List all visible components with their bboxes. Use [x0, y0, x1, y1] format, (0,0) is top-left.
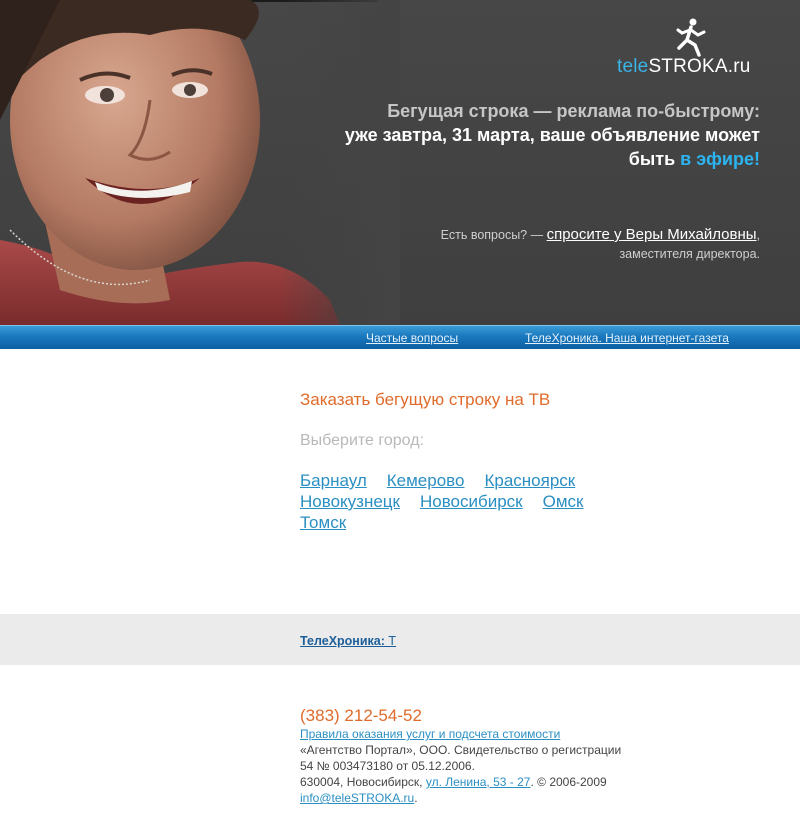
city-link-barnaul[interactable]: Барнаул [300, 470, 367, 491]
question-prefix: Есть вопросы? — [440, 228, 547, 242]
tagline: Бегущая строка — реклама по-быстрому: уж… [300, 99, 760, 171]
news-ticker-link[interactable]: ТелеХроника: Т [300, 634, 396, 648]
email-line: info@teleSTROKA.ru. [300, 790, 720, 806]
tagline-line-2: уже завтра, 31 марта, ваше объявление мо… [344, 125, 760, 145]
nav-news-link[interactable]: ТелеХроника. Наша интернет-газета [525, 331, 729, 345]
certificate-info: 54 № 003473180 от 05.12.2006. [300, 759, 475, 773]
address-line: 630004, Новосибирск, ул. Ленина, 53 - 27… [300, 774, 720, 790]
address-prefix: 630004, Новосибирск, [300, 775, 426, 789]
contact-question: Есть вопросы? — спросите у Веры Михайлов… [380, 225, 760, 264]
email-suffix: . [414, 791, 418, 805]
order-title: Заказать бегущую строку на ТВ [300, 390, 551, 409]
tagline-line-3-prefix: быть [628, 149, 681, 169]
nav-faq-link[interactable]: Частые вопросы [366, 331, 458, 345]
logo-tele: tele [617, 56, 649, 77]
company-info: «Агентство Портал», ООО. Свидетельство о… [300, 743, 622, 757]
city-link-novosibirsk[interactable]: Новосибирск [420, 491, 523, 512]
footer: (383) 212-54-52 Правила оказания услуг и… [300, 706, 720, 806]
copyright: . © 2006-2009 [530, 775, 607, 789]
address-link[interactable]: ул. Ленина, 53 - 27 [426, 775, 531, 789]
city-link-tomsk[interactable]: Томск [300, 512, 346, 533]
tagline-line-1: Бегущая строка — реклама по-быстрому: [387, 101, 760, 121]
tagline-line-3: быть в эфире! [300, 147, 760, 171]
header-banner: teleSTROKA.ru Бегущая строка — реклама п… [0, 0, 800, 325]
logo-domain: STROKA.ru [648, 56, 751, 77]
main-content: Заказать бегущую строку на ТВ Выберите г… [300, 390, 720, 533]
site-logo[interactable]: teleSTROKA.ru [617, 18, 757, 78]
city-list: Барнаул Кемерово Красноярск Новокузнецк Нов… [300, 470, 640, 533]
city-prompt: Выберите город: [300, 432, 424, 449]
rules-link[interactable]: Правила оказания услуг и подсчета стоимо… [300, 727, 560, 741]
logo-text: teleSTROKA.ru [617, 56, 751, 78]
ask-deputy-link[interactable]: спросите у Веры Михайловны [547, 226, 757, 243]
email-link[interactable]: info@teleSTROKA.ru [300, 791, 414, 805]
tagline-accent: в эфире! [680, 149, 760, 169]
city-link-omsk[interactable]: Омск [543, 491, 584, 512]
news-ticker-label: ТелеХроника: [300, 634, 385, 648]
nav-bar: Частые вопросы ТелеХроника. Наша интерне… [0, 325, 800, 349]
city-link-kemerovo[interactable]: Кемерово [387, 470, 465, 491]
city-link-krasnoyarsk[interactable]: Красноярск [484, 470, 575, 491]
footer-phone: (383) 212-54-52 [300, 706, 422, 725]
running-man-icon [676, 18, 706, 57]
news-ticker-text: Т [384, 634, 397, 648]
city-link-novokuznetsk[interactable]: Новокузнецк [300, 491, 400, 512]
news-band: ТелеХроника: Т [0, 614, 800, 665]
